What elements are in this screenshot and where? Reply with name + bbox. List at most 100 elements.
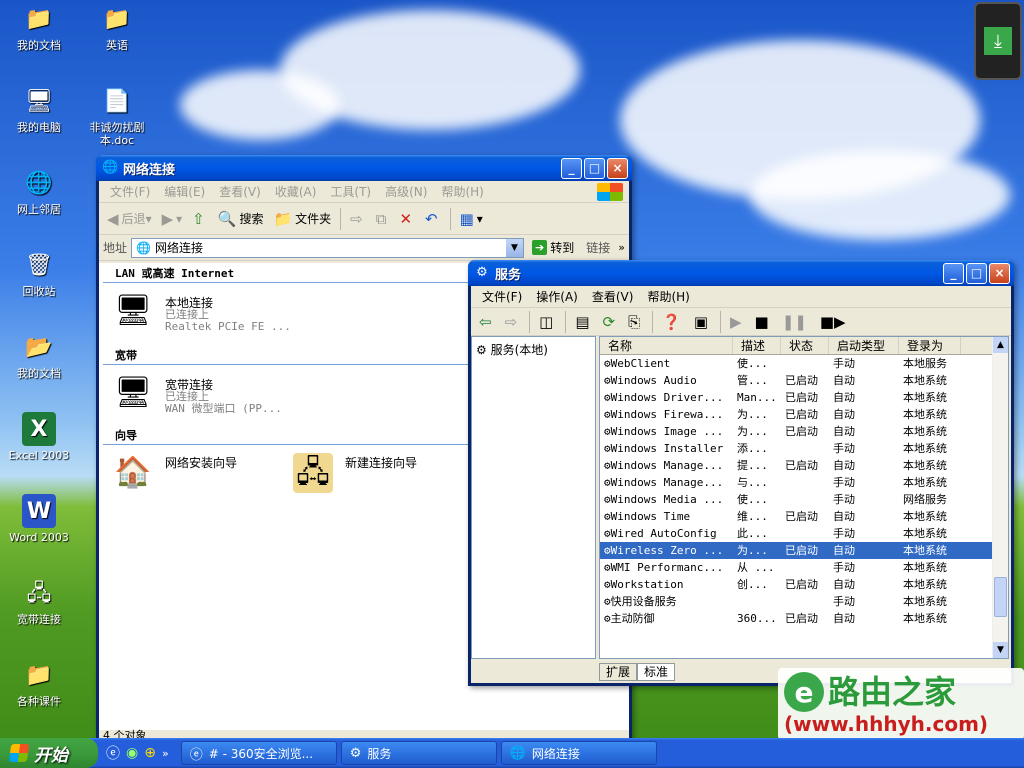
desktop-icon[interactable]: 🖧 宽带连接 [0,576,78,626]
address-dropdown-button[interactable]: ▼ [506,238,524,257]
menu-item[interactable]: 查看(V) [585,288,641,305]
table-row[interactable]: ⚙WMI Performanc... 从 ... 手动 本地系统 [600,559,1008,576]
chevron-right-icon[interactable]: » [162,747,169,760]
properties-button[interactable]: ▤ [571,309,596,335]
new-connection-icon: 🖧 [293,453,333,493]
maximize-button[interactable]: □ [966,262,987,284]
column-0[interactable]: 名称 [600,337,733,354]
desktop-icon[interactable]: X Excel 2003 [0,412,78,462]
delete-button[interactable]: ✕ [395,206,419,232]
menu-item[interactable]: 文件(F) [103,183,157,200]
folders-button[interactable]: 📁 文件夹 [269,206,335,232]
forward-button[interactable]: ▶ ▾ [158,206,187,232]
desktop-icon[interactable]: 📁 英语 [78,2,156,52]
menu-item[interactable]: 高级(N) [378,183,434,200]
tab-0[interactable]: 扩展 [599,663,638,681]
network-setup-wizard[interactable]: 🏠 网络安装向导 [99,445,279,503]
taskbar-item[interactable]: ⚙ 服务 [340,741,497,765]
table-row[interactable]: ⚙Windows Manage... 与... 手动 本地系统 [600,474,1008,491]
address-input[interactable]: 🌐 网络连接 ▼ [131,237,525,258]
go-button[interactable]: ➔ 转到 [528,235,578,261]
vertical-scrollbar[interactable]: ▲ ▼ [992,337,1008,658]
menu-item[interactable]: 查看(V) [212,183,268,200]
svc-titlebar[interactable]: ⚙ 服务 _ □ × [468,260,1014,286]
scroll-thumb[interactable] [994,577,1007,617]
undo-button[interactable]: ↶ [421,206,445,232]
pause-service-button[interactable]: ❚❚ [778,309,814,335]
new-connection-wizard[interactable]: 🖧 新建连接向导 [279,445,431,503]
column-1[interactable]: 描述 [733,337,781,354]
start-service-button[interactable]: ▶ [726,309,749,335]
desktop-icon[interactable]: 📁 各种课件 [0,658,78,708]
download-widget[interactable]: ⤓ [974,2,1022,80]
desktop-icon[interactable]: 🗑 回收站 [0,248,78,298]
menu-item[interactable]: 帮助(H) [640,288,696,305]
desktop-icon[interactable]: W Word 2003 [0,494,78,544]
table-row[interactable]: ⚙Windows Installer 添... 手动 本地系统 [600,440,1008,457]
menu-item[interactable]: 收藏(A) [268,183,324,200]
back-button[interactable]: ⇦ [475,309,499,335]
table-row[interactable]: ⚙Workstation 创... 已启动 自动 本地系统 [600,576,1008,593]
links-button[interactable]: 链接 [582,239,614,256]
desktop-icon[interactable]: 📂 我的文档 [0,330,78,380]
minimize-button[interactable]: _ [943,262,964,284]
search-button[interactable]: 🔍 搜索 [214,206,268,232]
table-row[interactable]: ⚙Wired AutoConfig 此... 手动 本地系统 [600,525,1008,542]
close-button[interactable]: × [989,262,1010,284]
desktop-icon[interactable]: 📄 非诚勿扰剧本.doc [78,84,156,147]
column-2[interactable]: 状态 [781,337,829,354]
menu-item[interactable]: 操作(A) [529,288,585,305]
cell [781,525,829,542]
export-list-button[interactable]: ⎘ [624,309,647,335]
table-row[interactable]: ⚙Windows Manage... 提... 已启动 自动 本地系统 [600,457,1008,474]
ie-icon[interactable]: ⓔ [106,743,120,763]
table-row[interactable]: ⚙Windows Firewa... 为... 已启动 自动 本地系统 [600,406,1008,423]
table-row[interactable]: ⚙主动防御 360... 已启动 自动 本地系统 [600,610,1008,627]
table-row[interactable]: ⚙WebClient 使... 手动 本地服务 [600,355,1008,372]
up-folder-button[interactable]: ⇧ [188,206,212,232]
maximize-button[interactable]: □ [584,157,605,179]
table-row[interactable]: ⚙Windows Driver... Man... 已启动 自动 本地系统 [600,389,1008,406]
taskbar-item[interactable]: ⓔ # - 360安全浏览... [180,741,337,765]
desktop-icon[interactable]: 🌐 网上邻居 [0,166,78,216]
close-button[interactable]: × [607,157,628,179]
move-to-button[interactable]: ⇨ [346,206,370,232]
cell: 手动 [833,561,855,574]
net-titlebar[interactable]: 🌐 网络连接 _ □ × [96,155,632,181]
table-row[interactable]: ⚙Windows Media ... 使... 手动 网络服务 [600,491,1008,508]
menu-item[interactable]: 帮助(H) [434,183,490,200]
action-pane-button[interactable]: ▣ [690,309,715,335]
desktop-icon[interactable]: 🖥 我的电脑 [0,84,78,134]
desktop-icon[interactable]: 📁 我的文档 [0,2,78,52]
table-row[interactable]: ⚙Wireless Zero ... 为... 已启动 自动 本地系统 [600,542,1008,559]
table-row[interactable]: ⚙Windows Time 维... 已启动 自动 本地系统 [600,508,1008,525]
menu-item[interactable]: 工具(T) [323,183,378,200]
menu-item[interactable]: 文件(F) [475,288,529,305]
add-icon[interactable]: ⊕ [144,745,156,761]
stop-service-button[interactable]: ■ [751,309,776,335]
table-row[interactable]: ⚙Windows Audio 管... 已启动 自动 本地系统 [600,372,1008,389]
browser-360-icon[interactable]: ◉ [126,745,138,761]
refresh-button[interactable]: ⟳ [599,309,623,335]
back-button[interactable]: ◀ 后退 ▾ [103,206,156,232]
views-button[interactable]: ▦ ▾ [456,206,487,232]
tree-root-services[interactable]: ⚙ 服务(本地) [476,341,591,358]
restart-service-button[interactable]: ■▶ [816,309,853,335]
taskbar-item[interactable]: 🌐 网络连接 [500,741,657,765]
menu-item[interactable]: 编辑(E) [157,183,212,200]
column-3[interactable]: 启动类型 [829,337,899,354]
chevron-right-icon[interactable]: » [618,241,625,254]
scroll-up-button[interactable]: ▲ [993,337,1008,353]
cell: ⚙Windows Audio [604,374,697,387]
scroll-down-button[interactable]: ▼ [993,642,1008,658]
minimize-button[interactable]: _ [561,157,582,179]
tab-1[interactable]: 标准 [637,663,676,681]
start-button[interactable]: 开始 [0,738,98,768]
help-button[interactable]: ❓ [658,309,688,335]
copy-to-button[interactable]: ⧉ [372,206,394,232]
forward-button[interactable]: ⇨ [501,309,525,335]
table-row[interactable]: ⚙快用设备服务 手动 本地系统 [600,593,1008,610]
table-row[interactable]: ⚙Windows Image ... 为... 已启动 自动 本地系统 [600,423,1008,440]
show-hide-tree-button[interactable]: ◫ [535,309,560,335]
column-4[interactable]: 登录为 [899,337,961,354]
